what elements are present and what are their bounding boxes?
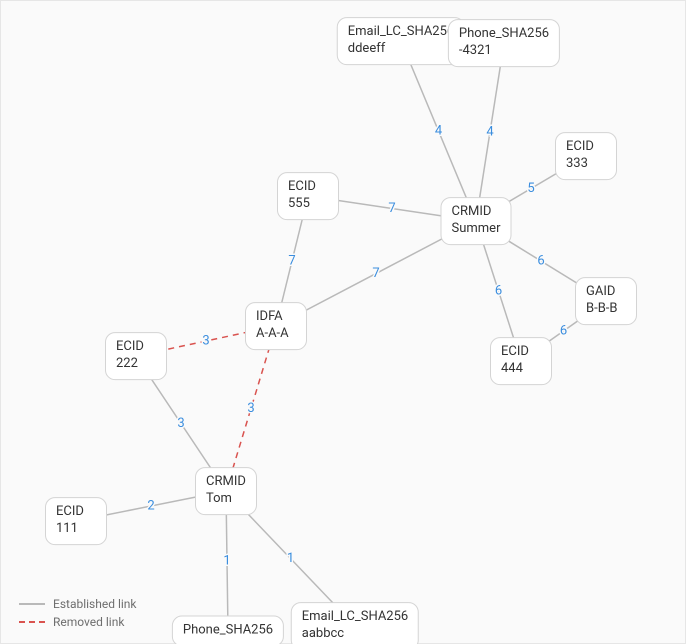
graph-node[interactable]: Email_LC_SHA256ddeeff: [337, 17, 465, 65]
node-value-label: 333: [566, 156, 606, 173]
legend: Established link Removed link: [19, 593, 137, 629]
edge-weight-label: 6: [560, 323, 567, 338]
node-type-label: CRMID: [206, 474, 246, 491]
edge-weight-label: 2: [147, 498, 154, 513]
legend-removed: Removed link: [19, 615, 137, 629]
identity-graph-canvas: 445776667333211 Email_LC_SHA256ddeeffPho…: [0, 0, 686, 644]
node-type-label: ECID: [566, 139, 606, 156]
graph-node[interactable]: ECID333: [555, 132, 617, 180]
edge-weight-label: 7: [288, 253, 295, 268]
node-type-label: Phone_SHA256: [459, 26, 549, 43]
edge-weight-label: 1: [223, 553, 230, 568]
graph-node[interactable]: Phone_SHA256-4321: [448, 19, 560, 67]
node-value-label: 555: [288, 196, 328, 213]
node-type-label: GAID: [586, 284, 626, 301]
edge-weight-label: 1: [287, 551, 294, 566]
legend-removed-swatch: [19, 621, 45, 623]
legend-established-swatch: [19, 603, 45, 605]
edge-weight-label: 6: [537, 253, 544, 268]
node-type-label: IDFA: [256, 309, 296, 326]
node-value-label: ddeeff: [348, 41, 454, 58]
node-value-label: 444: [501, 361, 541, 378]
edge-weight-label: 4: [486, 124, 494, 139]
node-value-label: Summer: [452, 221, 501, 238]
node-type-label: Phone_SHA256: [183, 623, 273, 640]
node-type-label: ECID: [116, 339, 156, 356]
graph-node[interactable]: ECID555: [277, 172, 339, 220]
edge-weight-label: 4: [435, 123, 443, 138]
node-value-label: Tom: [206, 491, 246, 508]
legend-established: Established link: [19, 597, 137, 611]
legend-established-label: Established link: [53, 597, 137, 611]
node-type-label: ECID: [501, 344, 541, 361]
graph-node[interactable]: CRMIDTom: [195, 467, 257, 515]
graph-node[interactable]: ECID222: [105, 332, 167, 380]
graph-node[interactable]: ECID444: [490, 337, 552, 385]
node-value-label: 222: [116, 356, 156, 373]
edge-weight-label: 7: [372, 266, 379, 281]
graph-node[interactable]: CRMIDSummer: [441, 197, 512, 245]
edge-weight-label: 6: [495, 283, 502, 298]
graph-node[interactable]: ECID111: [45, 497, 107, 545]
graph-node[interactable]: Email_LC_SHA256aabbcc: [291, 602, 419, 644]
edge-weight-label: 3: [247, 401, 254, 416]
graph-node[interactable]: GAIDB-B-B: [575, 277, 637, 325]
node-type-label: CRMID: [452, 204, 501, 221]
node-value-label: A-A-A: [256, 326, 296, 343]
node-value-label: 111: [56, 521, 96, 538]
legend-removed-label: Removed link: [53, 615, 124, 629]
node-value-label: B-B-B: [586, 301, 626, 318]
node-value-label: -4321: [459, 43, 549, 60]
node-type-label: ECID: [56, 504, 96, 521]
node-type-label: ECID: [288, 179, 328, 196]
node-value-label: aabbcc: [302, 626, 408, 643]
edge-weight-label: 5: [527, 181, 534, 196]
edge-weight-label: 7: [388, 201, 395, 216]
graph-node[interactable]: Phone_SHA256: [172, 616, 284, 644]
node-type-label: Email_LC_SHA256: [302, 609, 408, 626]
edge-weight-label: 3: [202, 333, 209, 348]
node-type-label: Email_LC_SHA256: [348, 24, 454, 41]
edge-weight-label: 3: [177, 416, 184, 431]
graph-node[interactable]: IDFAA-A-A: [245, 302, 307, 350]
